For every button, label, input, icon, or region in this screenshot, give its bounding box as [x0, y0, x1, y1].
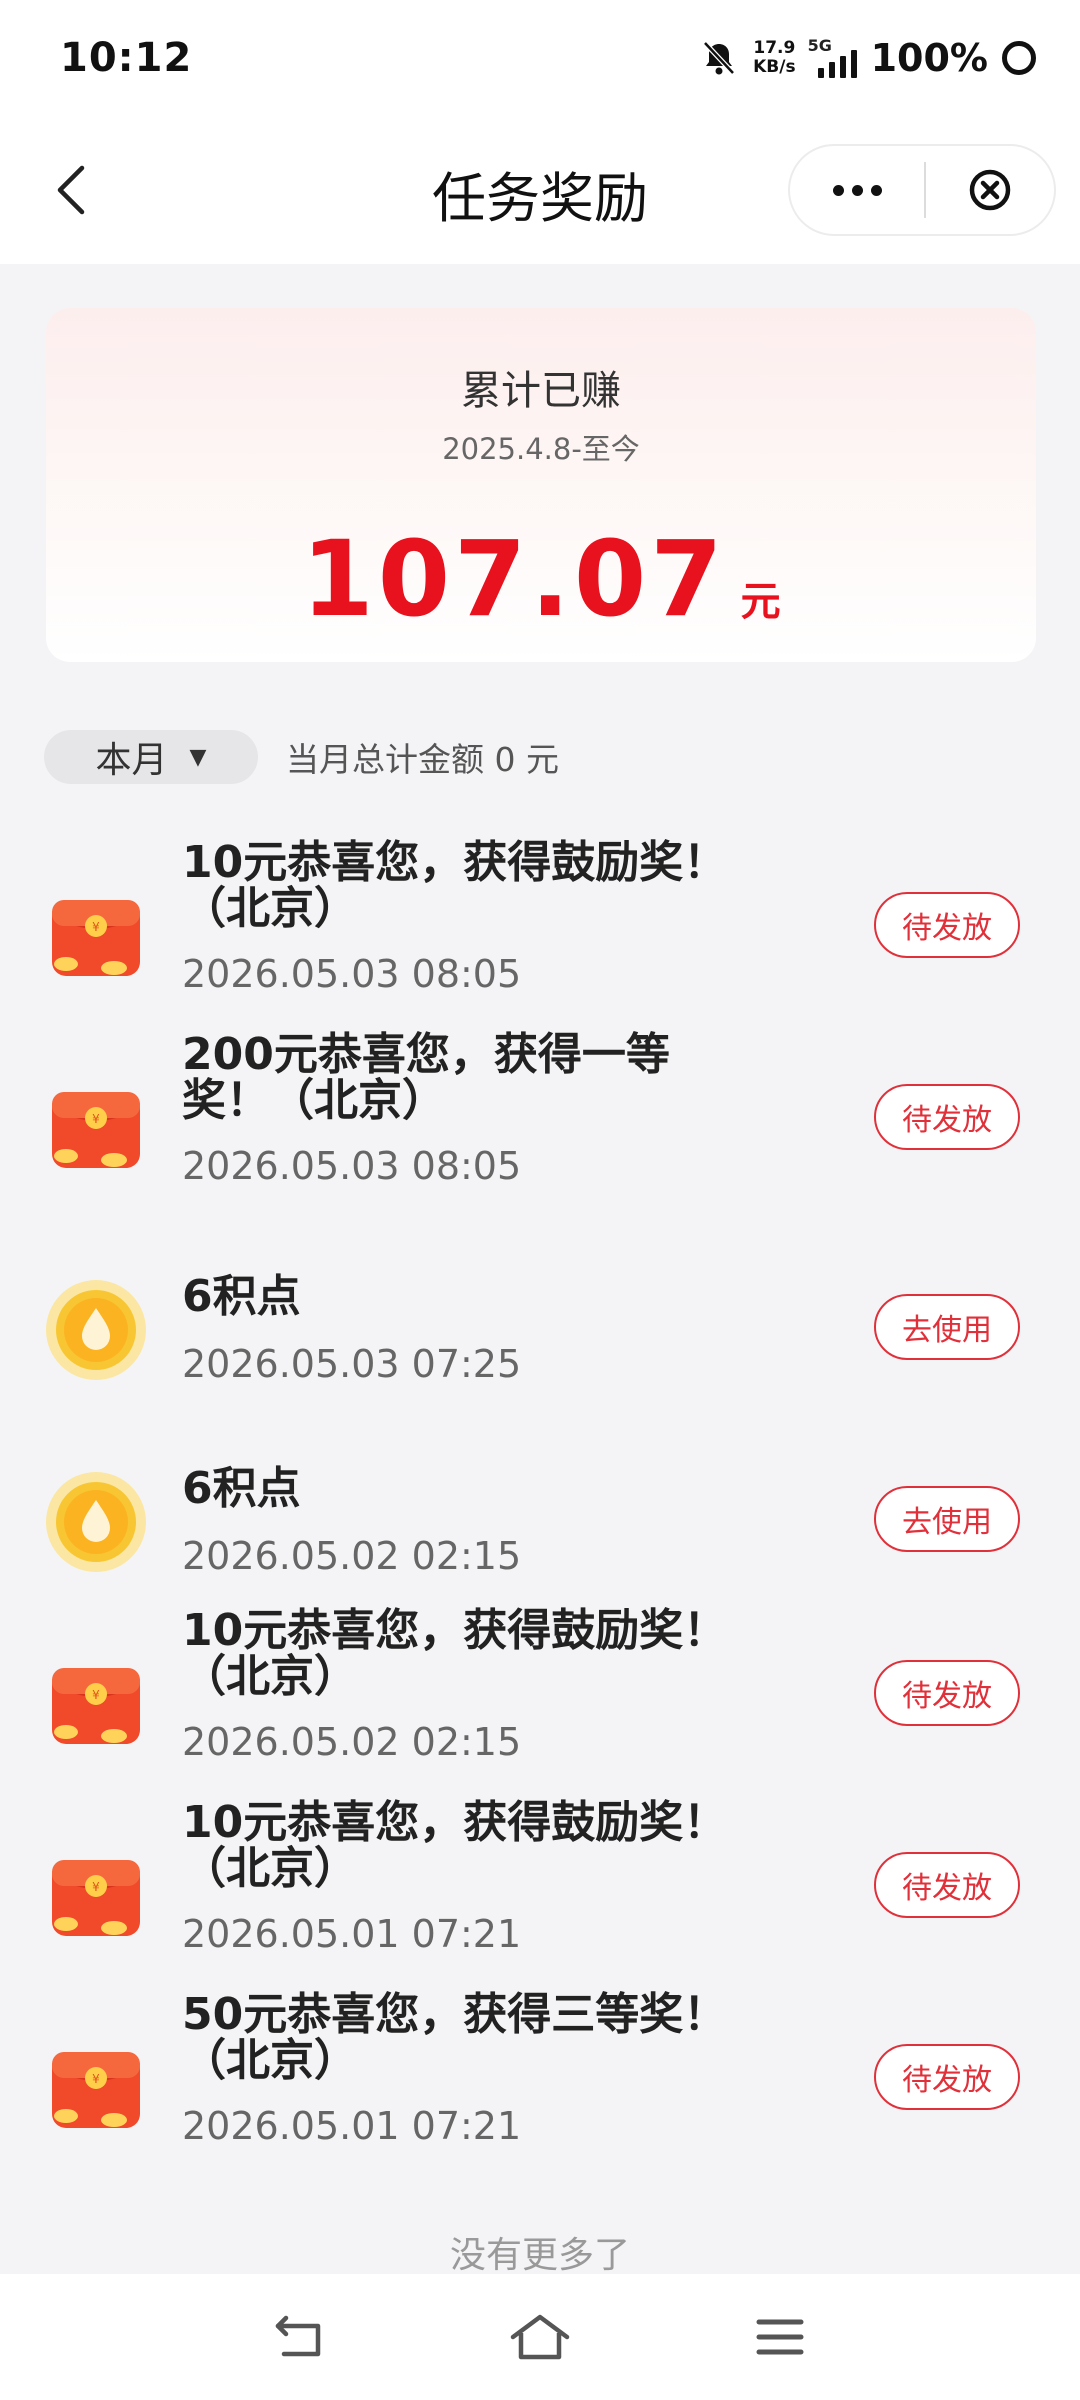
menu-icon [756, 2319, 804, 2355]
signal-icon: 5G [807, 36, 857, 78]
use-button[interactable]: 去使用 [874, 1486, 1020, 1552]
summary-date-range: 2025.4.8-至今 [442, 432, 640, 466]
close-circle-icon [969, 169, 1011, 211]
reward-title: 6积点 [182, 1271, 301, 1322]
svg-text:¥: ¥ [92, 1688, 100, 1702]
pending-button[interactable]: 待发放 [874, 1852, 1020, 1918]
svg-text:¥: ¥ [92, 1880, 100, 1894]
net-speed-value: 17.9 [753, 38, 796, 58]
mini-program-capsule [788, 144, 1056, 236]
reward-time: 2026.05.03 08:05 [182, 952, 522, 996]
svg-text:¥: ¥ [92, 920, 100, 934]
more-dot-icon [832, 184, 844, 196]
svg-text:¥: ¥ [92, 1112, 100, 1126]
reward-title: 10元恭喜您，获得鼓励奖！（北京） [182, 837, 728, 934]
filter-row: 本月 ▼ 当月总计金额 0 元 [44, 730, 559, 784]
network-type: 5G [807, 36, 832, 55]
net-speed: 17.9 KB/s [753, 39, 795, 77]
red-envelope-icon: ¥ [44, 1074, 148, 1178]
net-speed-unit: KB/s [753, 57, 796, 77]
no-more-text: 没有更多了 [449, 2235, 630, 2276]
reward-time: 2026.05.02 02:15 [182, 1534, 522, 1578]
earnings-summary-card: 累计已赚 2025.4.8-至今 107.07 元 [46, 308, 1036, 662]
home-icon [510, 2314, 570, 2360]
status-time: 10:12 [60, 35, 193, 81]
reward-title: 50元恭喜您，获得三等奖！（北京） [182, 1989, 728, 2086]
system-nav-bar [0, 2274, 1080, 2400]
close-button[interactable] [926, 146, 1054, 234]
reward-time: 2026.05.01 07:21 [182, 1912, 522, 1956]
status-bar: 10:12 17.9 KB/s 5G 100% [0, 0, 1080, 116]
summary-label: 累计已赚 [461, 368, 621, 414]
nav-back-icon [275, 2315, 321, 2357]
use-button[interactable]: 去使用 [874, 1294, 1020, 1360]
red-envelope-icon: ¥ [44, 2034, 148, 2138]
battery-icon [1002, 41, 1036, 75]
amount-unit: 元 [740, 579, 781, 625]
points-drop-icon [44, 1278, 148, 1382]
summary-amount-group: 107.07 元 [46, 518, 1036, 640]
bell-off-icon [703, 41, 735, 75]
pending-button[interactable]: 待发放 [874, 892, 1020, 958]
pending-button[interactable]: 待发放 [874, 1084, 1020, 1150]
reward-time: 2026.05.03 07:25 [182, 1342, 522, 1386]
red-envelope-icon: ¥ [44, 882, 148, 986]
reward-time: 2026.05.03 08:05 [182, 1144, 522, 1188]
reward-time: 2026.05.01 07:21 [182, 2104, 522, 2148]
points-drop-icon [44, 1470, 148, 1574]
nav-menu-button[interactable] [745, 2302, 815, 2372]
month-total-text: 当月总计金额 0 元 [286, 740, 559, 779]
battery-level: 100% [870, 36, 988, 80]
pending-button[interactable]: 待发放 [874, 1660, 1020, 1726]
reward-title: 200元恭喜您，获得一等奖！（北京） [182, 1029, 670, 1126]
total-earned-amount: 107.07 [301, 518, 727, 640]
more-dot-icon [870, 184, 882, 196]
red-envelope-icon: ¥ [44, 1842, 148, 1946]
more-button[interactable] [790, 146, 924, 234]
month-dropdown[interactable]: 本月 ▼ [44, 730, 258, 784]
nav-home-button[interactable] [505, 2302, 575, 2372]
reward-title: 10元恭喜您，获得鼓励奖！（北京） [182, 1605, 728, 1702]
reward-title: 6积点 [182, 1463, 301, 1514]
pending-button[interactable]: 待发放 [874, 2044, 1020, 2110]
red-envelope-icon: ¥ [44, 1650, 148, 1754]
caret-down-icon: ▼ [189, 744, 207, 770]
svg-text:¥: ¥ [92, 2072, 100, 2086]
app-header: 任务奖励 [0, 116, 1080, 264]
nav-back-button[interactable] [265, 2302, 335, 2372]
status-icons: 17.9 KB/s 5G 100% [699, 36, 1036, 80]
more-dot-icon [851, 184, 863, 196]
reward-time: 2026.05.02 02:15 [182, 1720, 522, 1764]
reward-title: 10元恭喜您，获得鼓励奖！（北京） [182, 1797, 728, 1894]
month-dropdown-value: 本月 [95, 740, 168, 781]
